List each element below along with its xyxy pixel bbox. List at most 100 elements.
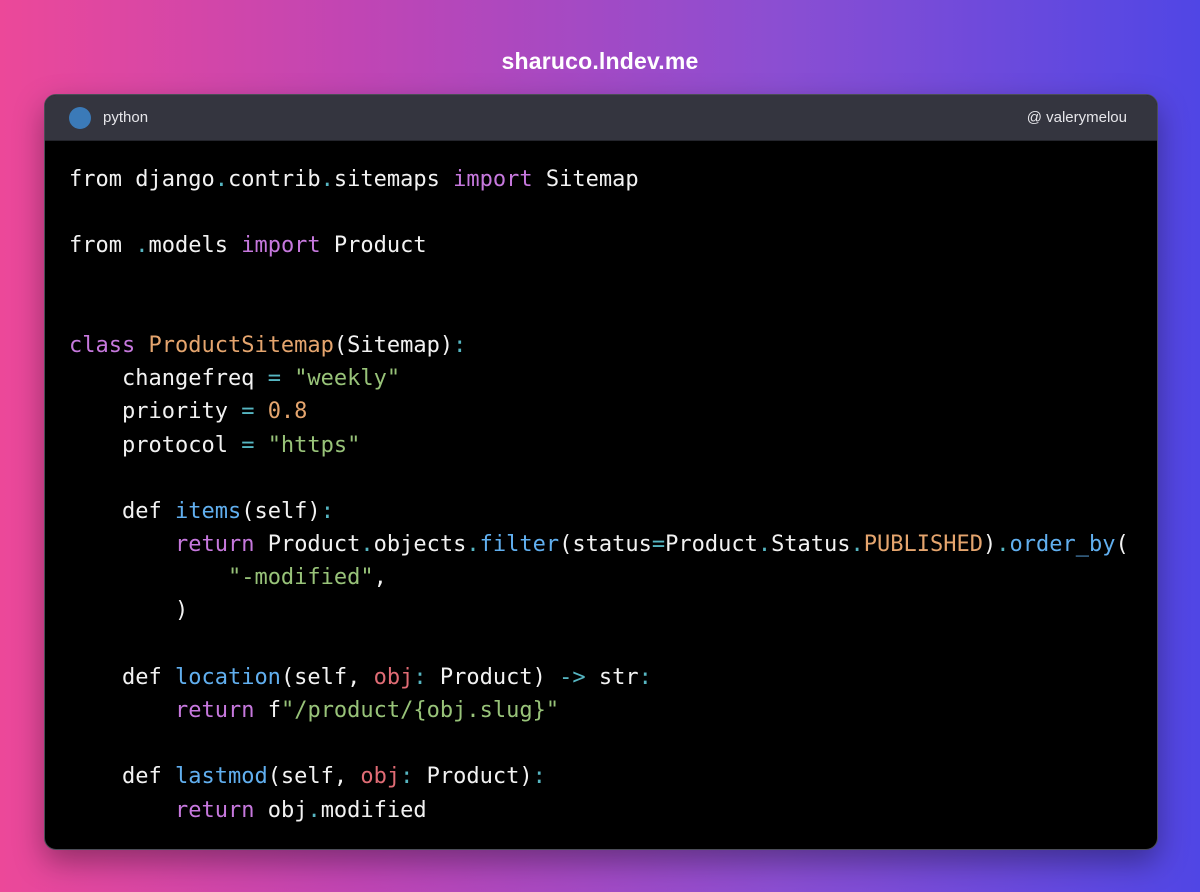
code-token: return [174, 698, 255, 723]
code-token: "-modified" [227, 565, 374, 591]
code-token: Product [665, 532, 758, 558]
code-token: import [241, 233, 321, 259]
code-token: "https" [267, 432, 361, 458]
code-token: : [400, 764, 414, 790]
code-token: import [453, 167, 533, 192]
code-token: : [453, 332, 467, 358]
code-token: : [413, 664, 427, 690]
language-label: python [103, 109, 149, 126]
code-token: . [360, 532, 374, 558]
code-token: filter [479, 532, 560, 558]
code-token: def [69, 498, 175, 524]
code-token: : [638, 664, 652, 690]
language-indicator: python [69, 106, 149, 129]
code-token: priority [69, 399, 242, 425]
code-token: . [850, 532, 864, 558]
code-token: lastmod [174, 764, 268, 790]
code-token: f [254, 698, 281, 723]
code-token: Product [254, 532, 361, 558]
code-token: return [174, 532, 255, 558]
code-token: protocol [69, 432, 242, 458]
code-token: from [69, 233, 136, 259]
code-token: = [267, 366, 281, 392]
code-token: (Sitemap) [333, 332, 454, 358]
code-token: obj [373, 664, 414, 690]
code-line: return f"/product/{obj.slug}" [69, 694, 1157, 727]
code-token: contrib [227, 167, 321, 192]
code-token: = [241, 399, 255, 425]
code-token: objects [373, 532, 467, 558]
code-line: return Product.objects.filter(status=Pro… [69, 528, 1157, 561]
code-token: Product) [426, 664, 560, 690]
code-token: Product [320, 233, 427, 259]
code-token: "/product/{obj.slug}" [280, 698, 560, 723]
code-token: . [320, 167, 334, 192]
code-token: . [757, 532, 772, 558]
code-block: from django.contrib.sitemaps import Site… [45, 141, 1157, 827]
code-window-titlebar: python @ valerymelou [45, 95, 1157, 141]
code-line: def items(self): [69, 495, 1157, 528]
code-token: modified [320, 797, 427, 823]
code-line: def location(self, obj: Product) -> str: [69, 661, 1157, 694]
code-line: priority = 0.8 [69, 395, 1157, 428]
author-handle[interactable]: @ valerymelou [1027, 109, 1127, 126]
code-token: (self) [241, 498, 321, 524]
code-line: from django.contrib.sitemaps import Site… [69, 163, 1157, 196]
code-token: = [651, 532, 666, 558]
code-line: return obj.modified [69, 794, 1157, 827]
code-token: (self, [267, 764, 361, 790]
site-title[interactable]: sharuco.lndev.me [0, 48, 1200, 75]
code-token: Product) [413, 764, 533, 790]
code-line: changefreq = "weekly" [69, 362, 1157, 395]
code-token: "weekly" [294, 366, 401, 392]
code-line: ) [69, 594, 1157, 627]
code-token: return [174, 797, 255, 823]
code-token: -> [559, 664, 586, 690]
code-token: Status [771, 532, 851, 558]
code-token: . [307, 797, 321, 823]
code-token: location [174, 664, 281, 690]
code-line: protocol = "https" [69, 429, 1157, 462]
code-token: . [135, 233, 149, 259]
code-token: def [69, 764, 175, 790]
code-token: , [373, 565, 387, 591]
code-line: class ProductSitemap(Sitemap): [69, 329, 1157, 362]
code-token: (self, [280, 664, 374, 690]
code-token: . [214, 167, 228, 192]
code-token: . [996, 532, 1010, 558]
code-token: ProductSitemap [148, 332, 334, 358]
code-token: obj [254, 797, 308, 823]
code-token: : [320, 498, 334, 524]
code-token: changefreq [69, 366, 268, 392]
code-token: : [532, 764, 546, 790]
code-token: sitemaps [333, 167, 454, 192]
code-token: . [466, 532, 480, 558]
code-token: items [174, 498, 242, 524]
code-line: "-modified", [69, 561, 1157, 594]
code-token: class [69, 332, 136, 358]
code-token: ) [983, 532, 997, 558]
code-token: from django [69, 167, 215, 192]
code-token: Sitemap [532, 167, 639, 192]
code-token: order_by [1009, 532, 1116, 558]
code-line: def lastmod(self, obj: Product): [69, 760, 1157, 793]
code-token: = [241, 432, 255, 458]
code-token: ( [1115, 532, 1129, 558]
code-token: (status [559, 532, 652, 558]
code-token: ) [69, 598, 189, 624]
code-line: from .models import Product [69, 229, 1157, 262]
code-token: 0.8 [267, 399, 308, 425]
